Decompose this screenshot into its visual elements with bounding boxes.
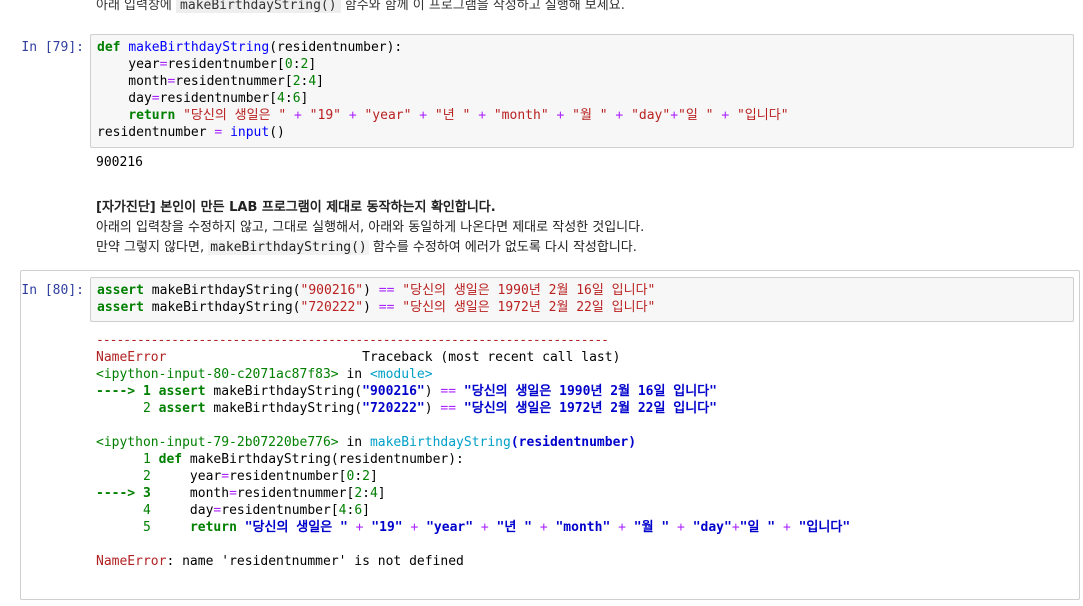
cell-79-code-editor[interactable]: def makeBirthdayString(residentnumber): … xyxy=(90,34,1074,148)
instruction-text: 아래 입력창에 makeBirthdayString() 함수와 함께 이 프로… xyxy=(96,0,625,13)
frame-1-file: <ipython-input-80-c2071ac87f83> xyxy=(96,367,339,382)
self-check-line-3: 만약 그렇지 않다면, makeBirthdayString() 함수를 수정하… xyxy=(96,240,637,255)
traceback-header: Traceback (most recent call last) xyxy=(362,350,621,365)
frame-1-module: <module> xyxy=(369,367,433,382)
cell-80-error-output: ----------------------------------------… xyxy=(96,333,851,569)
self-check-heading: [자가진단] 본인이 만든 LAB 프로그램이 제대로 동작하는지 확인합니다. xyxy=(96,200,496,215)
cell-79-output: 900216 xyxy=(96,155,143,170)
markdown-cell: [자가진단] 본인이 만든 LAB 프로그램이 제대로 동작하는지 확인합니다.… xyxy=(96,198,644,258)
frame-2-file: <ipython-input-79-2b07220be776> xyxy=(96,435,339,450)
self-check-line-2: 아래의 입력창을 수정하지 않고, 그대로 실행해서, 아래와 동일하게 나온다… xyxy=(96,220,645,235)
cell-79-prompt: In [79]: xyxy=(21,40,84,55)
traceback-separator: ----------------------------------------… xyxy=(96,333,609,348)
frame-2-func: makeBirthdayString xyxy=(369,435,511,450)
error-name: NameError xyxy=(96,350,167,365)
cell-80-code-editor[interactable]: assert makeBirthdayString("900216") == "… xyxy=(90,277,1074,322)
final-error-message: : name 'residentnummer' is not defined xyxy=(166,554,464,569)
final-error-name: NameError xyxy=(96,554,167,569)
cell-80-prompt: In [80]: xyxy=(21,283,84,298)
